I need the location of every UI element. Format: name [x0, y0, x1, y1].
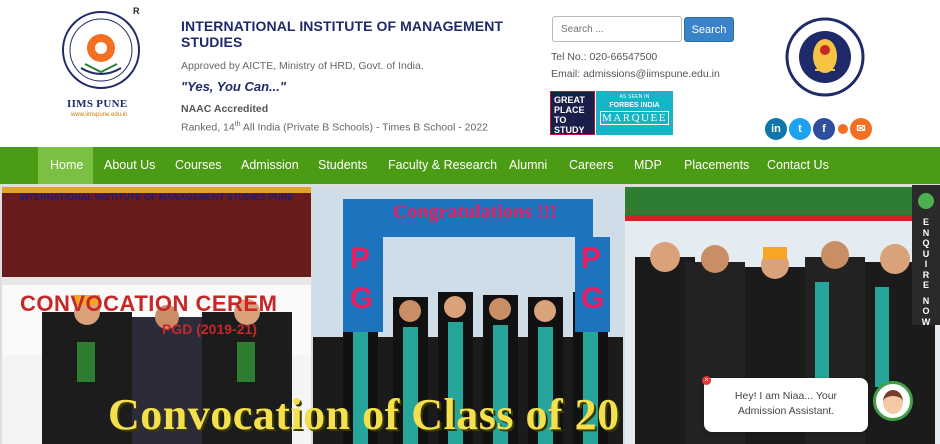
pillar-letter-g-right: G	[581, 282, 605, 315]
chat-line-2: Admission Assistant.	[737, 405, 835, 417]
logo-url: www.iimspune.edu.in	[71, 112, 128, 118]
forbes-marquee: MARQUEE	[600, 111, 669, 125]
email-icon[interactable]: ✉	[850, 118, 872, 140]
search-input[interactable]	[552, 16, 682, 42]
facebook-icon[interactable]: f	[813, 118, 835, 140]
nav-placements[interactable]: Placements	[684, 147, 749, 184]
gptw-line-4: STUDY	[554, 125, 585, 135]
chat-close-icon[interactable]: ×	[702, 376, 711, 385]
enquire-now-label: E N Q U I R E N O W	[921, 217, 931, 327]
nav-alumni[interactable]: Alumni	[509, 147, 547, 184]
gptw-line-2: PLACE	[554, 105, 585, 115]
nav-faculty-research[interactable]: Faculty & Research	[388, 147, 497, 184]
pillar-letter-p-left: P	[350, 242, 371, 275]
iims-emblem-icon	[62, 11, 140, 89]
linkedin-icon[interactable]: in	[765, 118, 787, 140]
pillar-letter-p-right: P	[581, 242, 602, 275]
site-header: R IIMS PUNE www.iimspune.edu.in INTERNAT…	[0, 0, 940, 147]
great-place-to-study-badge[interactable]: GREAT PLACE TO STUDY	[550, 91, 595, 135]
chat-bubble[interactable]: Hey! I am Niaa... Your Admission Assista…	[704, 378, 868, 432]
saibalaji-emblem-icon	[785, 17, 865, 97]
institute-info: INTERNATIONAL INSTITUTE OF MANAGEMENT ST…	[181, 18, 541, 134]
forbes-marquee-badge[interactable]: AS SEEN IN FORBES INDIA MARQUEE	[596, 91, 673, 135]
ranking-text: Ranked, 14th All India (Private B School…	[181, 121, 541, 134]
nav-students[interactable]: Students	[318, 147, 367, 184]
telephone-text: Tel No.: 020-66547500	[551, 51, 658, 63]
tagline: "Yes, You Can..."	[181, 79, 287, 94]
banner-institute-header: INTERNATIONAL INSTITUTE OF MANAGEMENT ST…	[19, 192, 294, 202]
nav-careers[interactable]: Careers	[569, 147, 613, 184]
main-nav: Home About Us Courses Admission Students…	[0, 147, 940, 184]
pillar-letter-g-left: G	[350, 282, 374, 315]
ranking-post: All India (Private B Schools) - Times B …	[240, 121, 489, 134]
congratulations-text: Congratulations !!!	[393, 201, 557, 223]
forbes-small-text: AS SEEN IN	[619, 94, 650, 100]
pgdm-year-text: PGD (2019-21)	[162, 321, 257, 337]
ranking-pre: Ranked, 14	[181, 121, 235, 134]
arch-pillar-left: P G	[343, 237, 383, 332]
arch-pillar-right: P G	[575, 237, 610, 332]
twitter-icon[interactable]: t	[789, 118, 811, 140]
saibalaji-logo[interactable]	[785, 12, 865, 103]
gptw-line-3: TO	[554, 115, 567, 125]
chat-avatar[interactable]	[873, 381, 913, 421]
logo-name: IIMS PUNE	[67, 98, 128, 110]
flickr-icon[interactable]	[838, 124, 848, 134]
convocation-ceremony-text: CONVOCATION CEREM	[20, 291, 278, 316]
nav-admission[interactable]: Admission	[241, 147, 299, 184]
gptw-line-1: GREAT	[554, 95, 585, 105]
forbes-name: FORBES INDIA	[609, 102, 660, 109]
chat-line-1: Hey! I am Niaa... Your	[734, 390, 838, 402]
nav-mdp[interactable]: MDP	[634, 147, 662, 184]
email-text[interactable]: Email: admissions@iimspune.edu.in	[551, 68, 720, 80]
institute-title: INTERNATIONAL INSTITUTE OF MANAGEMENT ST…	[181, 18, 504, 50]
nav-contact-us[interactable]: Contact Us	[767, 147, 829, 184]
registered-mark: R	[133, 6, 140, 16]
iims-logo[interactable]: R IIMS PUNE www.iimspune.edu.in	[55, 6, 147, 121]
banner-caption: Convocation of Class of 20	[108, 390, 620, 439]
nav-courses[interactable]: Courses	[175, 147, 222, 184]
whatsapp-icon	[918, 193, 934, 209]
nav-home[interactable]: Home	[38, 147, 93, 184]
search-button[interactable]: Search	[684, 17, 734, 42]
nav-about-us[interactable]: About Us	[104, 147, 155, 184]
enquire-now-tab[interactable]: E N Q U I R E N O W	[912, 185, 940, 327]
naac-text: NAAC Accredited	[181, 103, 269, 115]
approval-text: Approved by AICTE, Ministry of HRD, Govt…	[181, 60, 424, 72]
assistant-face-icon	[883, 390, 903, 414]
